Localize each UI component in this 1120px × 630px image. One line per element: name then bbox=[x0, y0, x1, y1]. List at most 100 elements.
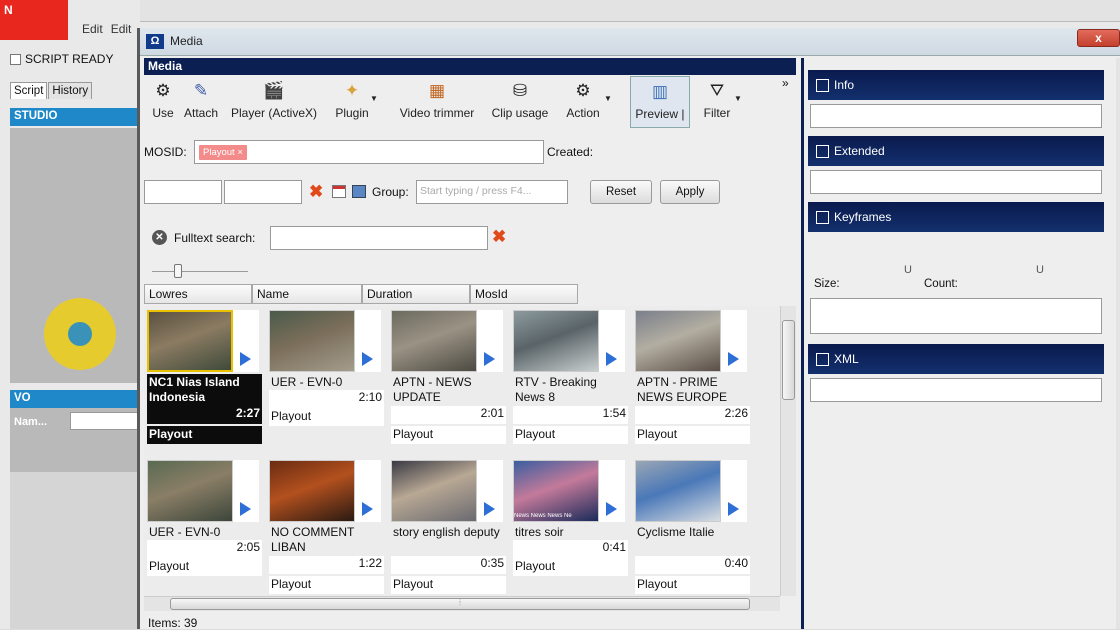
column-name[interactable]: Name bbox=[252, 284, 362, 304]
script-ready-toggle[interactable]: SCRIPT READY bbox=[10, 52, 113, 66]
clip-thumbnail[interactable] bbox=[635, 310, 721, 372]
clip-thumbnail[interactable]: News News News Ne bbox=[513, 460, 599, 522]
clip-thumbnail[interactable] bbox=[147, 310, 233, 372]
group-input[interactable]: Start typing / press F4... bbox=[416, 180, 568, 204]
play-icon[interactable] bbox=[484, 502, 495, 516]
action-label: Action bbox=[566, 106, 600, 120]
mosid-tag[interactable]: Playout × bbox=[199, 145, 247, 160]
reset-button[interactable]: Reset bbox=[590, 180, 652, 204]
play-icon[interactable] bbox=[606, 352, 617, 366]
clip-usage-icon: ⛁ bbox=[512, 81, 528, 100]
keyframes-section-header[interactable]: Keyframes bbox=[808, 202, 1104, 232]
play-icon[interactable] bbox=[606, 502, 617, 516]
slider-thumb[interactable] bbox=[174, 264, 182, 278]
menu-edit[interactable]: Edit bbox=[82, 22, 103, 36]
tab-script[interactable]: Script bbox=[10, 82, 48, 99]
preview-icon: ▥ bbox=[651, 82, 669, 101]
play-icon[interactable] bbox=[362, 352, 373, 366]
clip-card[interactable]: NC1 Nias Island Indonesia 2:27 Playout bbox=[144, 306, 262, 454]
thumbnail-size-slider[interactable] bbox=[152, 264, 248, 278]
clip-thumbnail[interactable] bbox=[147, 460, 233, 522]
preview-button[interactable]: ▥ Preview | bbox=[630, 76, 690, 128]
extended-section-header[interactable]: Extended bbox=[808, 136, 1104, 166]
play-icon[interactable] bbox=[362, 502, 373, 516]
play-icon[interactable] bbox=[728, 502, 739, 516]
info-checkbox[interactable] bbox=[816, 78, 829, 92]
xml-field[interactable] bbox=[810, 378, 1102, 402]
clip-card[interactable]: News News News Ne titres soir 0:41 Playout bbox=[510, 456, 628, 596]
fulltext-clear-circle-icon[interactable]: ✕ bbox=[152, 230, 167, 245]
vo-name-input[interactable] bbox=[70, 412, 140, 430]
date-from-input[interactable] bbox=[144, 180, 222, 204]
info-section-header[interactable]: Info bbox=[808, 70, 1104, 100]
video-trimmer-button[interactable]: ▦ Video trimmer bbox=[392, 76, 482, 128]
mosid-row: MOSID: Playout × Created: bbox=[144, 140, 794, 164]
plugin-button[interactable]: ✦ ▼ Plugin bbox=[328, 76, 378, 128]
close-button[interactable]: x bbox=[1077, 29, 1120, 47]
info-label: Info bbox=[834, 78, 855, 92]
clip-thumbnail[interactable] bbox=[391, 460, 477, 522]
vertical-scroll-thumb[interactable] bbox=[782, 320, 795, 400]
column-lowres[interactable]: Lowres bbox=[144, 284, 252, 304]
keyframes-field[interactable] bbox=[810, 298, 1102, 334]
extended-field[interactable] bbox=[810, 170, 1102, 194]
clip-card[interactable]: NO COMMENT LIBAN 1:22 Playout bbox=[266, 456, 384, 596]
clip-thumbnail[interactable] bbox=[391, 310, 477, 372]
clip-thumbnail[interactable] bbox=[269, 460, 355, 522]
play-icon[interactable] bbox=[240, 352, 251, 366]
info-field[interactable] bbox=[810, 104, 1102, 128]
right-panel-scrollbar[interactable] bbox=[1116, 58, 1120, 629]
clip-thumbnail[interactable] bbox=[635, 460, 721, 522]
calendar-icon[interactable] bbox=[332, 185, 346, 198]
clip-card[interactable]: APTN - PRIME NEWS EUROPE 2:26 Playout bbox=[632, 306, 750, 454]
clip-thumbnail[interactable] bbox=[513, 310, 599, 372]
clip-card[interactable]: UER - EVN-0 2:05 Playout bbox=[144, 456, 262, 596]
toolbar-overflow-button[interactable]: » bbox=[782, 76, 789, 90]
clip-status: Playout bbox=[513, 426, 628, 444]
keyframes-checkbox[interactable] bbox=[816, 210, 829, 224]
play-icon[interactable] bbox=[728, 352, 739, 366]
extended-checkbox[interactable] bbox=[816, 144, 829, 158]
clip-card[interactable]: UER - EVN-0 2:10 Playout bbox=[266, 306, 384, 454]
play-icon[interactable] bbox=[240, 502, 251, 516]
size-slider-mark[interactable]: U bbox=[904, 264, 912, 276]
player-activex-button[interactable]: 🎬 Player (ActiveX) bbox=[224, 76, 324, 128]
play-icon[interactable] bbox=[484, 352, 495, 366]
clip-thumbnail[interactable] bbox=[269, 310, 355, 372]
tag-remove-icon[interactable]: × bbox=[237, 147, 243, 158]
fulltext-search-input[interactable] bbox=[270, 226, 488, 250]
clear-date-icon[interactable]: ✖ bbox=[309, 182, 323, 202]
column-mosid[interactable]: MosId bbox=[470, 284, 578, 304]
column-duration[interactable]: Duration bbox=[362, 284, 470, 304]
script-ready-checkbox[interactable] bbox=[10, 53, 21, 65]
clip-card[interactable]: RTV - Breaking News 8 1:54 Playout bbox=[510, 306, 628, 454]
clip-card[interactable]: APTN - NEWS UPDATE 2:01 Playout bbox=[388, 306, 506, 454]
horizontal-scroll-thumb[interactable]: ⦙ bbox=[170, 598, 750, 610]
thumbnail-image bbox=[270, 311, 354, 371]
filter-label: Filter bbox=[703, 106, 731, 120]
clip-card[interactable]: story english deputy 0:35 Playout bbox=[388, 456, 506, 596]
action-button[interactable]: ⚙ ▼ Action bbox=[558, 76, 612, 128]
panel-splitter[interactable] bbox=[801, 58, 804, 629]
clip-duration: 0:40 bbox=[635, 556, 750, 574]
tab-history[interactable]: History bbox=[48, 82, 93, 99]
clip-usage-button[interactable]: ⛁ Clip usage bbox=[484, 76, 556, 128]
count-slider-mark[interactable]: U bbox=[1036, 264, 1044, 276]
xml-checkbox[interactable] bbox=[816, 352, 829, 366]
date-to-input[interactable] bbox=[224, 180, 302, 204]
window-titlebar[interactable]: Ω Media x bbox=[140, 28, 1120, 56]
menu-edit-2[interactable]: Edit bbox=[111, 22, 132, 36]
use-button[interactable]: ⚙ Use bbox=[148, 76, 178, 128]
attach-button[interactable]: ✎ Attach bbox=[180, 76, 222, 128]
clear-search-icon[interactable]: ✖ bbox=[492, 227, 506, 247]
group-label: Group: bbox=[372, 185, 409, 199]
xml-section-header[interactable]: XML bbox=[808, 344, 1104, 374]
plugin-icon: ✦ bbox=[344, 81, 360, 100]
background-tabs: Script History bbox=[10, 82, 93, 99]
clip-card[interactable]: Cyclisme Italie 0:40 Playout bbox=[632, 456, 750, 596]
apply-button[interactable]: Apply bbox=[660, 180, 720, 204]
mosid-input[interactable]: Playout × bbox=[194, 140, 544, 164]
group-picker-icon[interactable] bbox=[352, 185, 366, 198]
filter-button[interactable]: ⛛ ▼ Filter bbox=[696, 76, 742, 128]
items-count: Items: 39 bbox=[148, 616, 198, 630]
